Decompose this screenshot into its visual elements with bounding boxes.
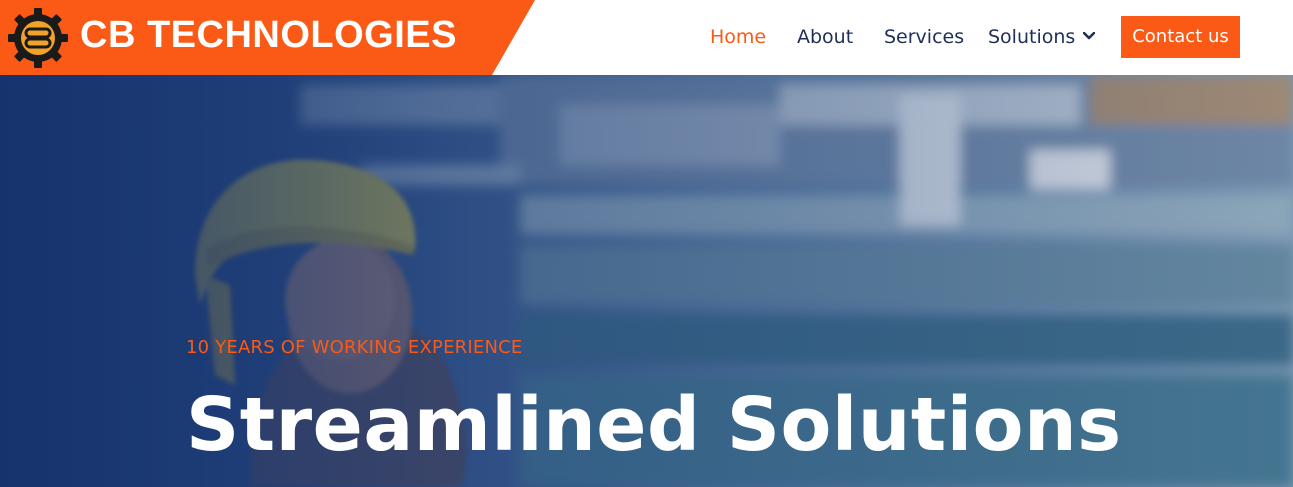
brand-logo-icon[interactable] (6, 6, 70, 70)
hero-banner: 10 YEARS OF WORKING EXPERIENCE Streamlin… (0, 75, 1293, 487)
nav-solutions[interactable]: Solutions (988, 23, 1096, 51)
brand-name[interactable]: CB TECHNOLOGIES (80, 12, 457, 58)
navbar: CB TECHNOLOGIES Home About Services Solu… (0, 0, 1293, 75)
nav-home[interactable]: Home (710, 23, 766, 51)
hero-headline: Streamlined Solutions (186, 382, 1122, 468)
contact-us-button[interactable]: Contact us (1121, 16, 1240, 58)
nav-services[interactable]: Services (884, 23, 964, 51)
nav-about[interactable]: About (797, 23, 853, 51)
hero-eyebrow: 10 YEARS OF WORKING EXPERIENCE (186, 337, 523, 358)
chevron-down-icon (1083, 31, 1096, 39)
nav-solutions-label: Solutions (988, 26, 1076, 48)
